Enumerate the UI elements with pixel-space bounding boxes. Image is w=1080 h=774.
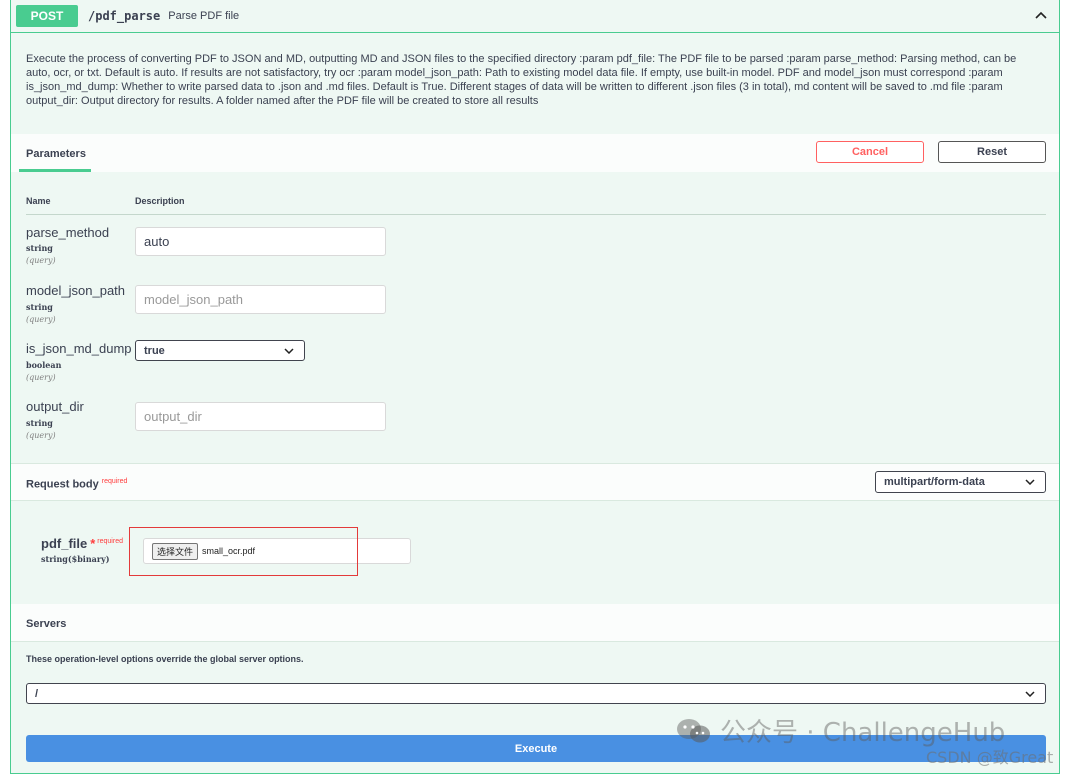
param-name: model_json_path [26, 283, 126, 298]
cancel-button[interactable]: Cancel [816, 141, 924, 163]
param-type: boolean [26, 360, 62, 370]
method-badge: POST [16, 5, 78, 27]
table-divider [26, 214, 1046, 215]
is-json-md-dump-select[interactable]: true [135, 340, 305, 361]
server-select[interactable]: / [26, 683, 1046, 704]
select-value: / [35, 687, 39, 700]
tab-parameters[interactable]: Parameters [26, 148, 86, 160]
param-type: string [26, 243, 53, 253]
tab-underline [19, 169, 91, 172]
param-location: (query) [26, 256, 56, 265]
operation-description: Execute the process of converting PDF to… [26, 53, 1017, 107]
chevron-up-icon[interactable] [1033, 8, 1049, 24]
select-value: multipart/form-data [884, 476, 985, 488]
servers-header: Servers [11, 604, 1059, 642]
column-header-name: Name [26, 196, 51, 206]
required-label: required [97, 537, 123, 545]
chevron-down-icon [284, 347, 294, 354]
chevron-down-icon [1025, 690, 1035, 697]
operation-block: POST /pdf_parse Parse PDF file Execute t… [10, 0, 1060, 774]
param-name: parse_method [26, 225, 110, 240]
operation-summary[interactable]: POST /pdf_parse Parse PDF file [11, 0, 1059, 33]
reset-button[interactable]: Reset [938, 141, 1046, 163]
servers-title: Servers [26, 618, 67, 630]
required-star: * [90, 536, 96, 551]
pdf-file-label: pdf_file * required [41, 536, 123, 551]
watermark-csdn: CSDN @致Great [926, 748, 1054, 767]
field-name: pdf_file [41, 536, 88, 551]
chevron-down-icon [1025, 479, 1035, 485]
param-type: string [26, 418, 53, 428]
required-label: required [101, 478, 128, 485]
annotation-highlight-box [129, 527, 358, 576]
output-dir-input[interactable] [135, 402, 386, 431]
param-type: string [26, 302, 53, 312]
model-json-path-input[interactable] [135, 285, 386, 314]
param-name: output_dir [26, 399, 84, 414]
wechat-icon [677, 718, 710, 742]
request-body-title: Request body required [26, 478, 127, 491]
param-name: is_json_md_dump [26, 341, 132, 356]
operation-path: /pdf_parse [88, 9, 161, 23]
parse-method-input[interactable] [135, 227, 386, 256]
servers-note: These operation-level options override t… [26, 654, 304, 664]
param-location: (query) [26, 431, 56, 440]
operation-summary-text: Parse PDF file [168, 10, 240, 22]
column-header-description: Description [135, 196, 185, 206]
pdf-file-type: string($binary) [41, 554, 110, 564]
param-location: (query) [26, 373, 56, 382]
request-body-title-text: Request body [26, 478, 99, 491]
content-type-select[interactable]: multipart/form-data [875, 471, 1046, 493]
param-location: (query) [26, 315, 56, 324]
select-value: true [144, 344, 165, 357]
